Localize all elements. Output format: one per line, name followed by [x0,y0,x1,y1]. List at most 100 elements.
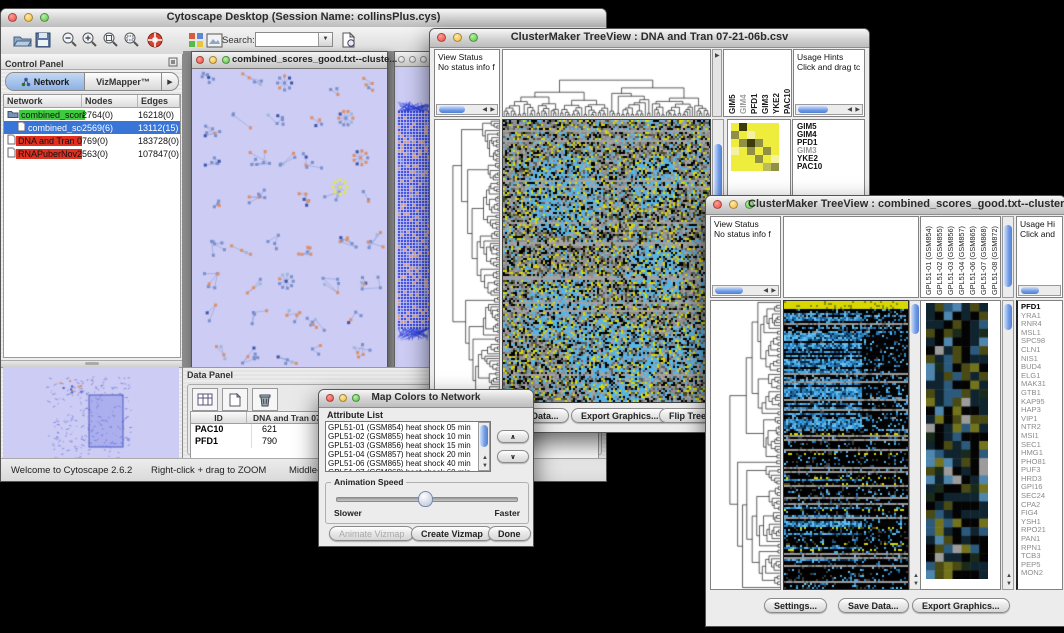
tv2-zoom-heatmap-panel[interactable] [920,300,1001,590]
tv1-row-dendrogram[interactable] [435,120,499,402]
matrix-cell[interactable] [739,147,747,155]
matrix-cell[interactable] [755,147,763,155]
gene-label[interactable]: MON2 [1021,569,1046,578]
scroll-left-icon[interactable]: ◀ [763,288,768,294]
attribute-item[interactable]: GPL51-04 (GSM857) heat shock 20 min [328,450,477,459]
tv1-heatmap-panel[interactable] [502,119,711,403]
scroll-down-icon[interactable]: ▼ [482,463,488,469]
tv2-row-dendrogram-panel[interactable] [710,300,781,590]
new-attribute-icon[interactable] [222,388,248,411]
scroll-thumb[interactable] [439,106,465,113]
main-title-bar[interactable]: Cytoscape Desktop (Session Name: collins… [1,9,606,28]
scroll-right-icon[interactable]: ▶ [855,107,860,113]
tv1-dendro-scroll-strip[interactable]: ▶ [712,49,722,117]
tab-network[interactable]: Network [6,73,85,90]
network-row[interactable]: RNAPuberNov2+563(0)107847(0) [4,147,180,160]
zoom-window-icon[interactable] [420,56,427,63]
scroll-thumb[interactable] [1004,304,1012,330]
tv2-hints-hscrollbar[interactable] [1018,285,1061,296]
scroll-left-icon[interactable]: ◀ [482,107,487,113]
tv2-global-heatmap[interactable] [784,301,908,589]
attribute-item[interactable]: GPL51-02 (GSM855) heat shock 10 min [328,432,477,441]
hairball-title-bar[interactable] [395,52,433,67]
network-overview-thumbnail[interactable] [3,367,179,460]
tv1-row-dendrogram-panel[interactable] [434,119,500,403]
tv1-global-heatmap[interactable] [503,120,710,402]
tv1-column-dendrogram-panel[interactable] [502,49,711,117]
matrix-cell[interactable] [747,147,755,155]
matrix-cell[interactable] [731,139,739,147]
matrix-cell[interactable] [731,155,739,163]
minimize-icon[interactable] [409,56,416,63]
minimize-icon[interactable] [209,56,217,64]
matrix-cell[interactable] [771,163,779,171]
matrix-cell[interactable] [755,123,763,131]
scroll-down-icon[interactable]: ▼ [913,581,919,587]
close-icon[interactable] [398,56,405,63]
save-icon[interactable] [32,29,54,51]
attribute-listbox[interactable]: GPL51-01 (GSM854) heat shock 05 minGPL51… [325,421,491,472]
matrix-cell[interactable] [763,155,771,163]
search-dropdown-arrow-icon[interactable]: ▼ [318,33,332,46]
zoom-fit-icon[interactable] [121,29,143,51]
matrix-cell[interactable] [763,139,771,147]
network-view-title-bar[interactable]: combined_scores_good.txt--cluste... [192,52,387,69]
matrix-cell[interactable] [747,131,755,139]
scroll-thumb[interactable] [480,425,488,447]
done-button[interactable]: Done [488,526,531,541]
export-graphics-button[interactable]: Export Graphics... [912,598,1010,613]
dialog-title-bar[interactable]: Map Colors to Network [319,390,533,408]
tv2-row-dendrogram[interactable] [711,301,780,589]
create-vizmap-button[interactable]: Create Vizmap [411,526,493,541]
tv1-title-bar[interactable]: ClusterMaker TreeView : DNA and Tran 07-… [430,29,869,48]
col-nodes[interactable]: Nodes [82,95,138,108]
zoom-window-icon[interactable] [222,56,230,64]
attribute-item[interactable]: GPL51-01 (GSM854) heat shock 05 min [328,423,477,432]
matrix-cell[interactable] [739,163,747,171]
attribute-list-vscrollbar[interactable]: ▲ ▼ [478,422,490,471]
matrix-cell[interactable] [731,131,739,139]
annotation-icon[interactable] [337,29,359,51]
tv2-zoom-heatmap[interactable] [926,303,988,579]
hairball-network-view[interactable] [395,67,433,377]
settings-button[interactable]: Settings... [764,598,827,613]
tv1-hints-hscrollbar[interactable]: ◀ ▶ [795,104,863,115]
scroll-down-icon[interactable]: ▼ [1006,581,1012,587]
matrix-cell[interactable] [731,147,739,155]
speed-slider-thumb[interactable] [418,491,433,507]
move-up-button[interactable]: ∧ [497,430,529,443]
attribute-item[interactable]: GPL51-03 (GSM856) heat shock 15 min [328,441,477,450]
scroll-up-icon[interactable]: ▲ [913,573,919,579]
tv2-heatmap-panel[interactable] [783,300,909,590]
tv1-zoom-matrix[interactable] [731,123,779,171]
matrix-cell[interactable] [747,123,755,131]
float-panel-icon[interactable] [168,57,178,67]
matrix-cell[interactable] [739,139,747,147]
scroll-right-icon[interactable]: ▶ [715,53,720,59]
open-folder-icon[interactable] [11,29,33,51]
matrix-cell[interactable] [771,155,779,163]
matrix-cell[interactable] [755,155,763,163]
help-ring-icon[interactable] [144,29,166,51]
matrix-cell[interactable] [747,139,755,147]
matrix-cell[interactable] [755,131,763,139]
matrix-cell[interactable] [747,163,755,171]
tab-overflow-arrow-icon[interactable]: ▶ [161,73,178,90]
close-icon[interactable] [196,56,204,64]
network-row[interactable]: combined_scores2764(0)16218(0) [4,108,180,121]
matrix-cell[interactable] [763,123,771,131]
network-graph-view[interactable] [192,69,387,377]
scroll-right-icon[interactable]: ▶ [771,288,776,294]
matrix-cell[interactable] [747,155,755,163]
save-data-button[interactable]: Save Data... [838,598,909,613]
tv1-column-dendrogram[interactable] [503,50,710,116]
attribute-item[interactable]: GPL51-07 (GSM868) heat shock 60 min [328,468,477,472]
matrix-cell[interactable] [755,139,763,147]
network-row[interactable]: combined_sco2569(6)13112(15) [4,121,180,134]
scroll-thumb[interactable] [715,287,743,294]
matrix-cell[interactable] [771,123,779,131]
attribute-table-icon[interactable] [192,388,218,411]
matrix-cell[interactable] [763,131,771,139]
tv1-status-hscrollbar[interactable]: ◀ ▶ [436,104,498,115]
matrix-cell[interactable] [763,163,771,171]
